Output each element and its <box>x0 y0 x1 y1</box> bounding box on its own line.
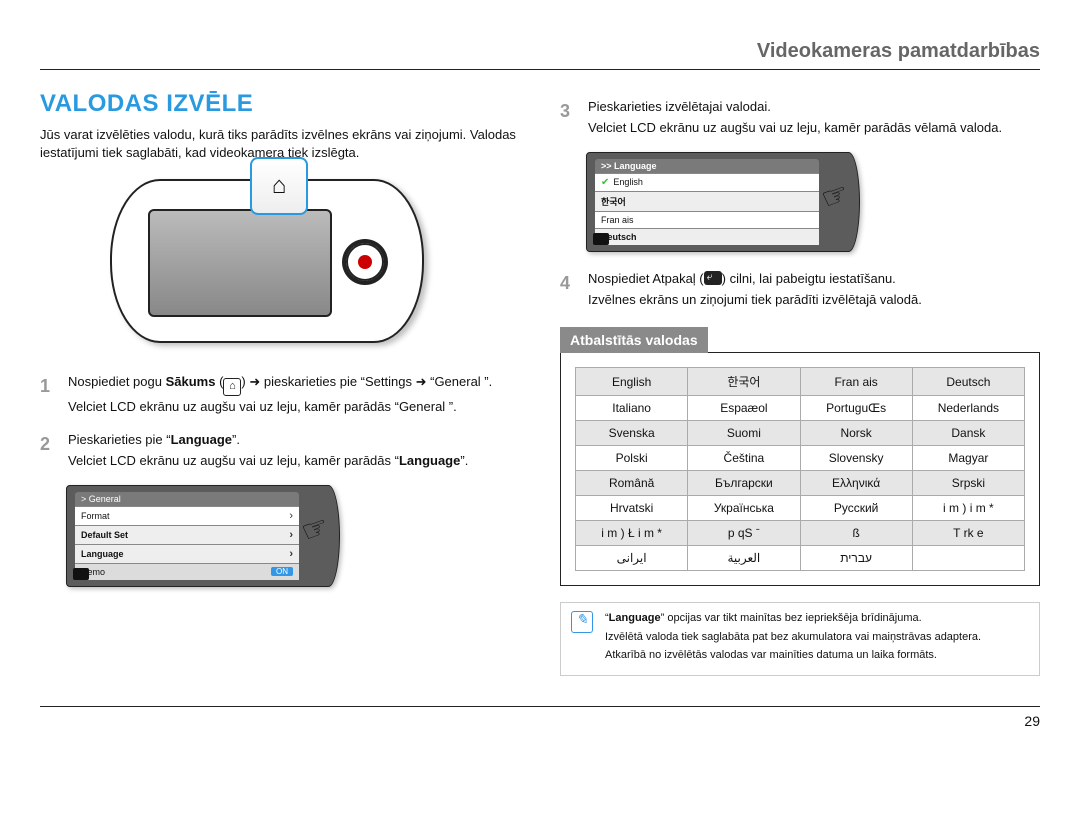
table-row: Polski Čeština Slovensky Magyar <box>576 446 1025 471</box>
step-number: 4 <box>560 270 578 310</box>
back-icon <box>593 233 609 245</box>
supported-languages-header: Atbalstītās valodas <box>560 327 708 353</box>
lcd-header: > General <box>75 492 299 506</box>
home-button-callout: ⌂ <box>250 157 308 215</box>
chevron-right-icon: › <box>289 510 293 522</box>
table-row: English 한국어 Fran ais Deutsch <box>576 368 1025 396</box>
step-4: 4 Nospiediet Atpakaļ () cilni, lai pabei… <box>560 270 1040 310</box>
lcd-header: >> Language <box>595 159 819 173</box>
step1-text: Nospiediet pogu <box>68 374 166 389</box>
lang-row-english: ✔English <box>595 173 819 191</box>
table-row: ﺍﻳﺮﺍﻧﯽ ﺍﻟﻌﺮﺑﻴﺔ עברית <box>576 546 1025 571</box>
lcd-general-menu: > General Format› Default Set› Language›… <box>66 485 340 587</box>
step-3: 3 Pieskarieties izvēlētajai valodai. Vel… <box>560 98 1040 138</box>
lang-row-french: Fran ais <box>595 211 819 228</box>
step-1: 1 Nospiediet pogu Sākums (⌂) ➜ pieskarie… <box>40 373 520 417</box>
step-number: 2 <box>40 431 58 471</box>
section-title: VALODAS IZVĒLE <box>40 90 520 118</box>
table-row: Italiano Espaæol PortuguŒs Nederlands <box>576 396 1025 421</box>
lcd-language-menu: >> Language ✔English 한국어 Fran ais Deutsc… <box>586 152 860 252</box>
camcorder-illustration: ⌂ <box>110 179 450 343</box>
intro-text: Jūs varat izvēlēties valodu, kurā tiks p… <box>40 126 520 161</box>
language-table: English 한국어 Fran ais Deutsch Italiano Es… <box>575 367 1025 571</box>
check-icon: ✔ <box>601 177 609 188</box>
table-row: i m ) Ł i m * p qS ˉ ß T rk e <box>576 521 1025 546</box>
hand-tap-icon: ☞ <box>817 175 854 217</box>
on-toggle: ON <box>271 567 293 576</box>
hand-tap-icon: ☞ <box>297 508 334 550</box>
step-2: 2 Pieskarieties pie “Language”. Velciet … <box>40 431 520 471</box>
table-row: Svenska Suomi Norsk Dansk <box>576 421 1025 446</box>
lang-row-german: Deutsch <box>595 228 819 245</box>
chevron-right-icon: › <box>289 529 293 541</box>
step-number: 3 <box>560 98 578 138</box>
lang-row-korean: 한국어 <box>595 191 819 211</box>
step-number: 1 <box>40 373 58 417</box>
table-row: Română Български Ελληνικά Srpski <box>576 471 1025 496</box>
home-icon: ⌂ <box>272 172 287 200</box>
supported-languages-box: English 한국어 Fran ais Deutsch Italiano Es… <box>560 352 1040 586</box>
menu-row-format: Format› <box>75 506 299 525</box>
table-row: Hrvatski Українська Русский i m ) i m * <box>576 496 1025 521</box>
step1-sub: Velciet LCD ekrānu uz augšu vai uz leju,… <box>68 398 520 417</box>
chevron-right-icon: › <box>289 548 293 560</box>
record-button-icon <box>346 243 384 281</box>
home-icon: ⌂ <box>223 378 241 396</box>
note-icon: ✎ <box>571 611 593 633</box>
menu-row-default-set: Default Set› <box>75 525 299 544</box>
note-box: ✎ “Language” opcijas var tikt mainītas b… <box>560 602 1040 675</box>
breadcrumb: Videokameras pamatdarbības <box>40 40 1040 70</box>
menu-row-language: Language› <box>75 544 299 563</box>
back-icon <box>704 271 722 285</box>
back-icon <box>73 568 89 580</box>
menu-row-demo: DemoON <box>75 563 299 580</box>
page-number: 29 <box>40 706 1040 729</box>
